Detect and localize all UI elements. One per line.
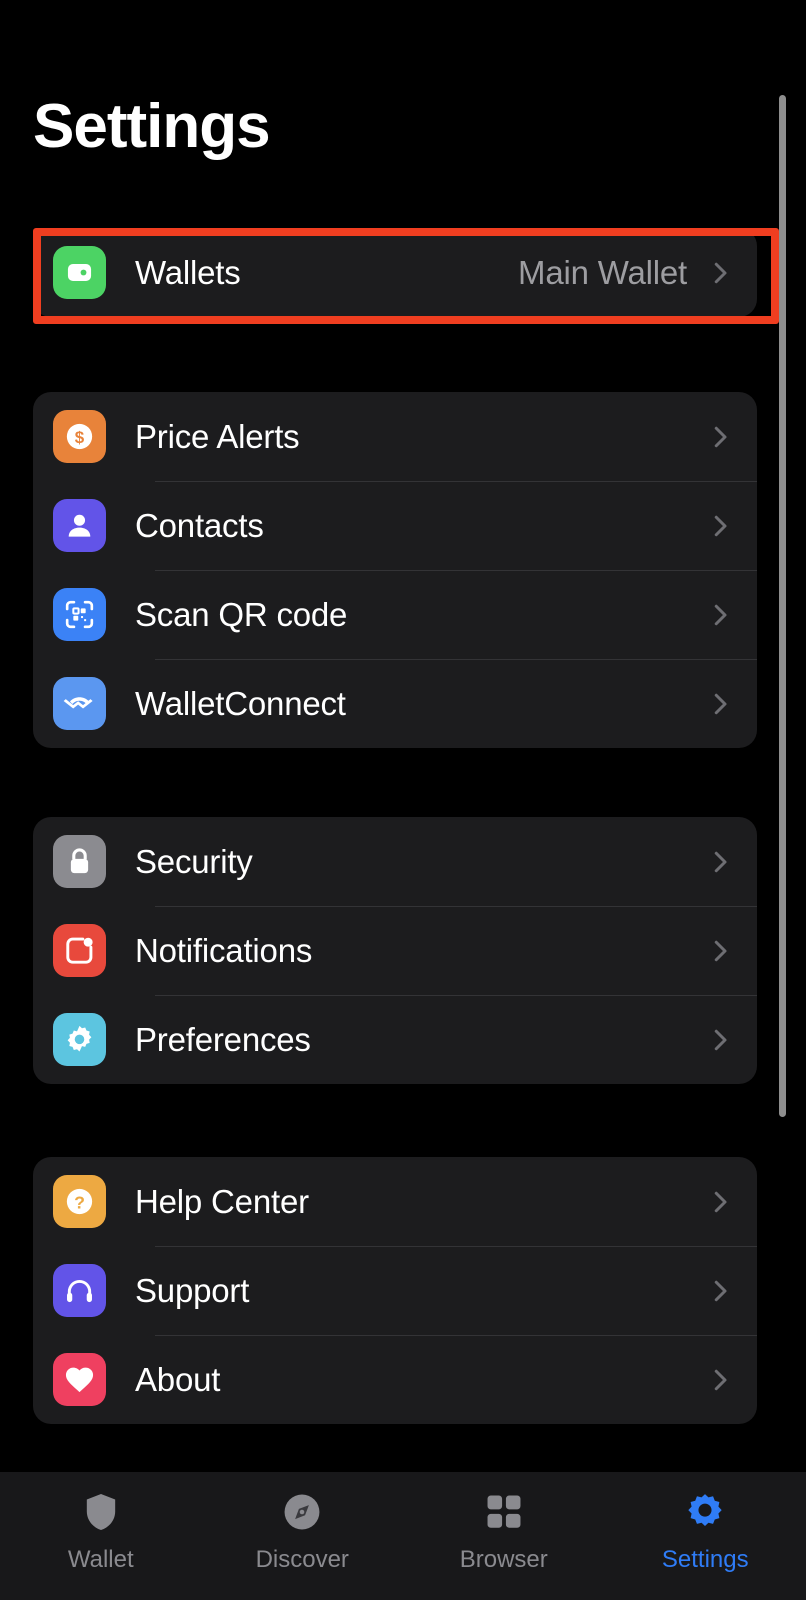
lock-icon [53,835,106,888]
heart-icon [53,1353,106,1406]
question-circle-icon: ? [53,1175,106,1228]
tab-label: Settings [661,1546,749,1573]
settings-row-label: Contacts [135,506,264,544]
settings-row-scan-qr-code[interactable]: Scan QR code [33,570,757,659]
dollar-circle-icon: $ [53,410,106,463]
tab-settings[interactable]: Settings [605,1489,806,1574]
settings-row-support[interactable]: Support [33,1246,757,1335]
settings-row-price-alerts[interactable]: $ Price Alerts [33,392,757,481]
tab-browser[interactable]: Browser [403,1489,605,1574]
settings-screen: Settings Wallets Main Wallet $ Price Alerts… [0,0,806,1600]
chevron-right-icon [705,1187,735,1217]
settings-row-label: Support [135,1271,250,1309]
headphones-icon [53,1264,106,1317]
tab-bar: Wallet Discover Browser Settings [0,1472,806,1600]
svg-text:$: $ [75,428,85,447]
settings-group-tools-group: $ Price Alerts Contacts Scan QR code WalletC… [33,392,757,748]
notification-icon [53,924,106,977]
chevron-right-icon [705,936,735,966]
chevron-right-icon [705,847,735,877]
svg-text:?: ? [74,1192,85,1212]
settings-row-label: Security [135,842,253,880]
settings-row-about[interactable]: About [33,1335,757,1424]
settings-row-label: WalletConnect [135,684,346,722]
walletconnect-icon [53,677,106,730]
settings-row-label: Preferences [135,1020,311,1058]
settings-group-wallets-group: Wallets Main Wallet [33,228,757,317]
wallet-icon [53,246,106,299]
settings-row-label: Notifications [135,931,313,969]
chevron-right-icon [705,1365,735,1395]
settings-row-value: Main Wallet [518,253,687,291]
person-icon [53,499,106,552]
shield-icon [78,1489,124,1535]
settings-row-security[interactable]: Security [33,817,757,906]
tab-wallet[interactable]: Wallet [0,1489,202,1574]
settings-group-system-group: Security Notifications Preferences [33,817,757,1084]
tab-label: Wallet [67,1546,134,1573]
settings-row-wallets[interactable]: Wallets Main Wallet [33,228,757,317]
chevron-right-icon [705,511,735,541]
qr-scan-icon [53,588,106,641]
tab-label: Browser [459,1546,548,1573]
gear-icon [682,1489,728,1535]
grid-icon [481,1489,527,1535]
tab-discover[interactable]: Discover [202,1489,404,1574]
settings-row-label: Help Center [135,1182,309,1220]
scrollbar-thumb[interactable] [779,95,786,1117]
chevron-right-icon [705,422,735,452]
settings-row-label: Wallets [135,253,241,291]
chevron-right-icon [705,1276,735,1306]
settings-row-label: Scan QR code [135,595,348,633]
compass-icon [279,1489,325,1535]
settings-row-label: Price Alerts [135,417,300,455]
page-title: Settings [33,92,271,161]
settings-row-contacts[interactable]: Contacts [33,481,757,570]
settings-row-preferences[interactable]: Preferences [33,995,757,1084]
chevron-right-icon [705,258,735,288]
gear-icon [53,1013,106,1066]
settings-row-label: About [135,1360,221,1398]
settings-row-walletconnect[interactable]: WalletConnect [33,659,757,748]
settings-row-help-center[interactable]: ? Help Center [33,1157,757,1246]
chevron-right-icon [705,1025,735,1055]
settings-group-help-group: ? Help Center Support About [33,1157,757,1424]
tab-label: Discover [255,1546,349,1573]
chevron-right-icon [705,600,735,630]
settings-row-notifications[interactable]: Notifications [33,906,757,995]
scrollbar[interactable] [779,95,786,1117]
chevron-right-icon [705,689,735,719]
